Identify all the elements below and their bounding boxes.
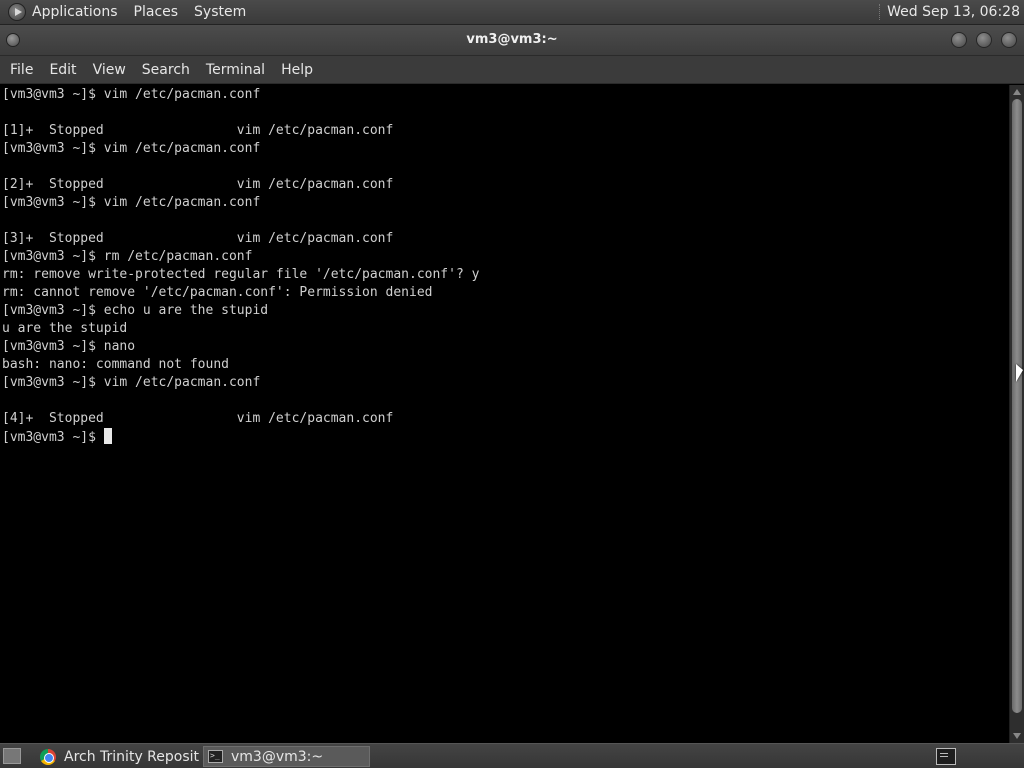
top-panel: Applications Places System Wed Sep 13, 0… <box>0 0 1024 25</box>
menu-file[interactable]: File <box>10 62 33 78</box>
terminal-line: [3]+ Stopped vim /etc/pacman.conf <box>2 231 394 246</box>
taskbar-item-label: vm3@vm3:~ <box>231 748 324 765</box>
terminal-line: [vm3@vm3 ~]$ rm /etc/pacman.conf <box>2 249 253 264</box>
bottom-panel: Arch Trinity Reposit... >_ vm3@vm3:~ <box>0 743 1024 768</box>
terminal-line: u are the stupid <box>2 321 128 336</box>
chrome-icon <box>40 748 56 765</box>
terminal-line: [vm3@vm3 ~]$ vim /etc/pacman.conf <box>2 141 261 156</box>
clock[interactable]: Wed Sep 13, 06:28 <box>887 4 1020 20</box>
workspace-switcher-icon[interactable] <box>936 748 956 765</box>
taskbar-item-terminal[interactable]: >_ vm3@vm3:~ <box>203 746 370 767</box>
maximize-button[interactable] <box>976 32 992 48</box>
terminal-line: [vm3@vm3 ~]$ echo u are the stupid <box>2 303 269 318</box>
applications-menu[interactable]: Applications <box>32 4 118 20</box>
mouse-pointer-icon <box>1016 364 1023 382</box>
menu-view[interactable]: View <box>93 62 126 78</box>
close-button[interactable] <box>1001 32 1017 48</box>
terminal-line: rm: cannot remove '/etc/pacman.conf': Pe… <box>2 285 433 300</box>
menu-help[interactable]: Help <box>281 62 313 78</box>
terminal-scrollbar[interactable] <box>1009 85 1024 743</box>
terminal-line: [vm3@vm3 ~]$ vim /etc/pacman.conf <box>2 87 261 102</box>
terminal-output[interactable]: [vm3@vm3 ~]$ vim /etc/pacman.conf [1]+ S… <box>0 85 1009 743</box>
terminal-prompt-line[interactable]: [vm3@vm3 ~]$ <box>2 428 1009 446</box>
terminal-line: [vm3@vm3 ~]$ nano <box>2 339 136 354</box>
text-cursor <box>103 428 112 444</box>
window-titlebar[interactable]: vm3@vm3:~ <box>0 25 1024 56</box>
terminal-line: [vm3@vm3 ~]$ vim /etc/pacman.conf <box>2 375 261 390</box>
terminal-line: [2]+ Stopped vim /etc/pacman.conf <box>2 177 394 192</box>
scroll-up-icon[interactable] <box>1013 89 1021 95</box>
taskbar-item-label: Arch Trinity Reposit... <box>64 748 200 765</box>
system-menu[interactable]: System <box>194 4 246 20</box>
terminal-prompt: [vm3@vm3 ~]$ <box>2 430 104 445</box>
terminal-line: [1]+ Stopped vim /etc/pacman.conf <box>2 123 394 138</box>
scrollbar-thumb[interactable] <box>1012 99 1022 713</box>
taskbar-item-browser[interactable]: Arch Trinity Reposit... <box>36 746 200 767</box>
show-desktop-icon[interactable] <box>3 748 21 764</box>
menu-terminal[interactable]: Terminal <box>206 62 265 78</box>
panel-separator <box>879 4 881 20</box>
menu-search[interactable]: Search <box>142 62 190 78</box>
terminal-line: [4]+ Stopped vim /etc/pacman.conf <box>2 411 394 426</box>
menubar: File Edit View Search Terminal Help <box>0 56 1024 84</box>
terminal-line: bash: nano: command not found <box>2 357 229 372</box>
main-menu-icon[interactable] <box>8 3 26 21</box>
terminal-line: [vm3@vm3 ~]$ vim /etc/pacman.conf <box>2 195 261 210</box>
menu-edit[interactable]: Edit <box>49 62 76 78</box>
window-title: vm3@vm3:~ <box>466 32 558 47</box>
terminal-icon: >_ <box>208 750 223 763</box>
minimize-button[interactable] <box>951 32 967 48</box>
terminal-line: rm: remove write-protected regular file … <box>2 267 480 282</box>
places-menu[interactable]: Places <box>134 4 179 20</box>
scroll-down-icon[interactable] <box>1013 733 1021 739</box>
